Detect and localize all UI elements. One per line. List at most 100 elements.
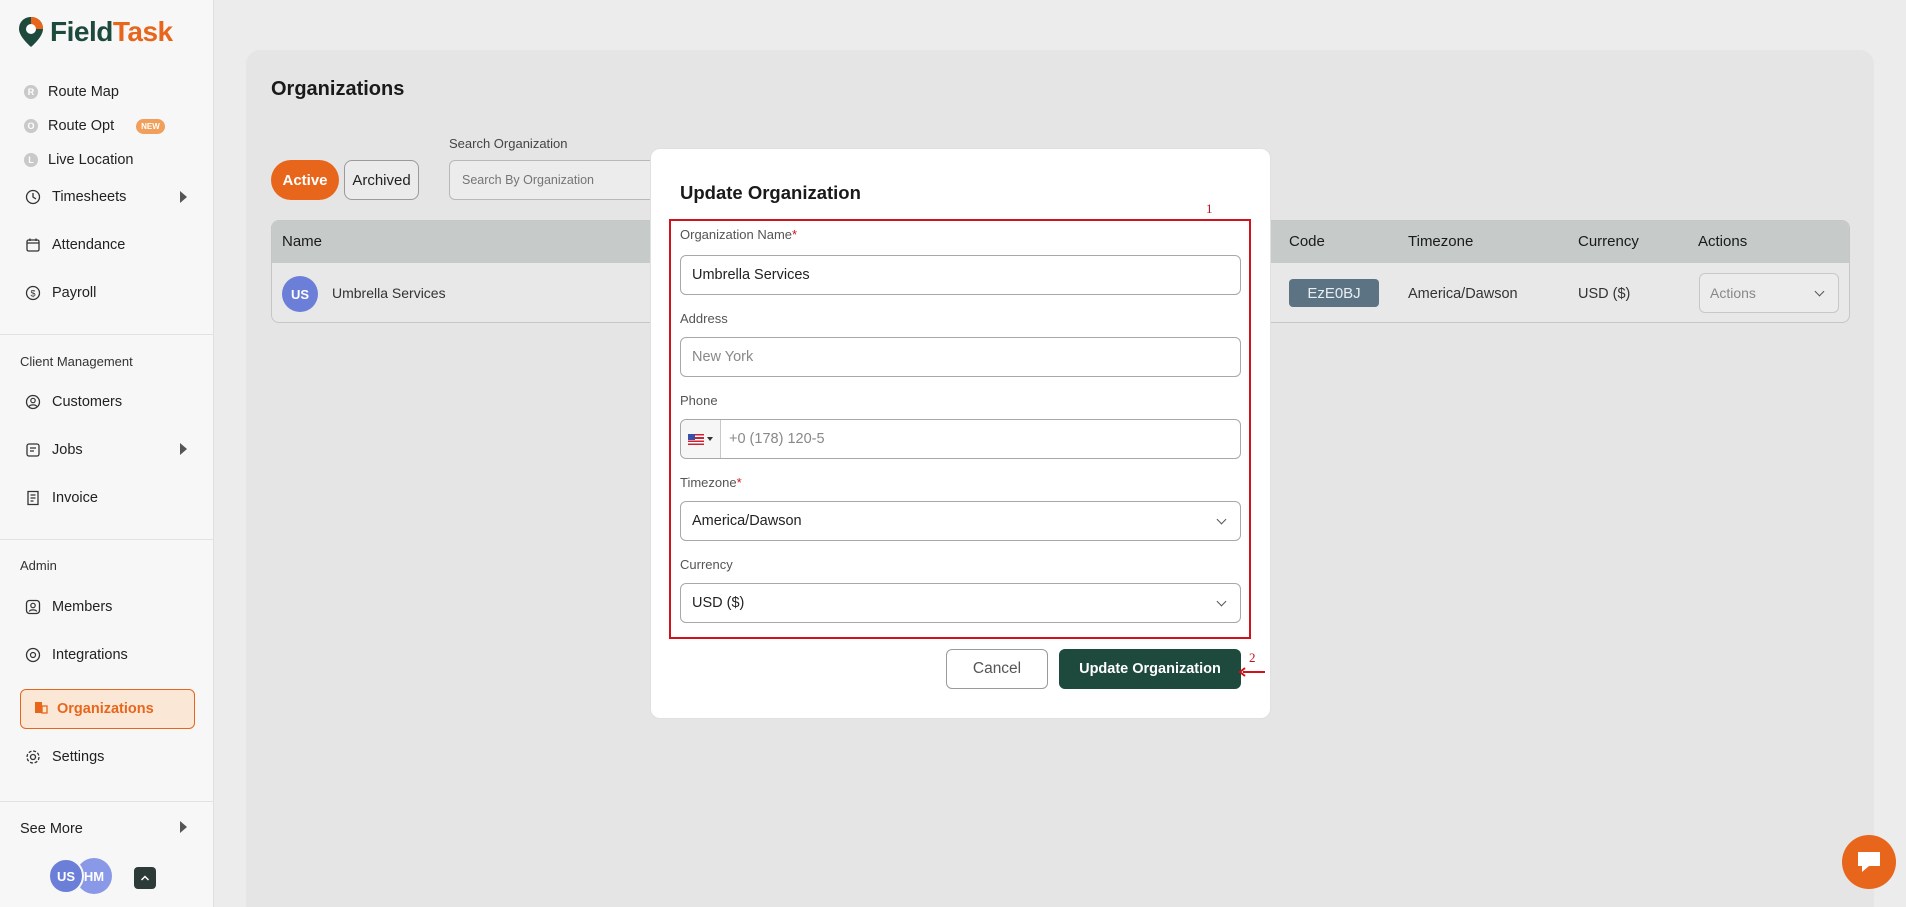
org-name-label-text: Organization Name [680,227,792,242]
phone-field[interactable]: +0 (178) 120-5 [680,419,1241,459]
sidebar-item-route-opt[interactable]: O Route Opt NEW [24,114,165,138]
chevron-down-icon [1814,286,1825,297]
address-label: Address [680,311,728,326]
expand-up-button[interactable] [134,867,156,889]
new-badge: NEW [136,118,165,134]
member-icon [24,598,42,616]
address-placeholder: New York [692,349,754,365]
org-name-label: Organization Name* [680,227,797,242]
column-header-name: Name [282,233,323,250]
org-name-value: Umbrella Services [692,267,810,283]
sidebar-item-label: Customers [52,394,123,410]
sidebar: FieldTask R Route Map O Route Opt NEW L … [0,0,214,907]
invoice-icon [24,489,42,507]
timesheets-expand-icon[interactable] [180,191,187,203]
admin-heading: Admin [20,558,57,573]
chat-button[interactable] [1842,835,1896,889]
column-header-timezone: Timezone [1408,233,1474,250]
timezone-value: America/Dawson [692,513,802,529]
sidebar-item-members[interactable]: Members [24,595,112,619]
tab-archived[interactable]: Archived [344,160,419,200]
sidebar-item-customers[interactable]: Customers [24,390,122,414]
sidebar-item-integrations[interactable]: Integrations [24,643,128,667]
code-badge: EzE0BJ [1289,279,1379,307]
sidebar-item-label: Integrations [52,647,128,663]
update-organization-modal: Update Organization 1 Organization Name*… [650,148,1271,719]
route-opt-icon: O [24,119,38,133]
see-more-link[interactable]: See More [20,821,83,837]
annotation-number-2: 2 [1249,650,1256,665]
jobs-list-icon [24,441,42,459]
phone-label: Phone [680,393,718,408]
timezone-label: Timezone* [680,475,742,490]
sidebar-item-organizations[interactable]: Organizations [20,689,195,729]
sidebar-item-label: Timesheets [52,189,127,205]
us-flag-icon [688,433,704,445]
modal-title: Update Organization [680,182,861,203]
svg-text:$: $ [30,289,35,299]
sidebar-divider [0,801,214,802]
column-header-currency: Currency [1578,233,1639,250]
sidebar-item-attendance[interactable]: Attendance [24,233,125,257]
country-code-select[interactable] [681,420,721,458]
gear-icon [24,748,42,766]
sidebar-divider [0,539,214,540]
organization-icon [33,699,49,719]
sidebar-item-route-map[interactable]: R Route Map [24,80,119,104]
sidebar-item-label: Settings [52,749,105,765]
clock-icon [24,188,42,206]
column-header-actions: Actions [1698,233,1748,250]
route-map-icon: R [24,85,38,99]
sidebar-item-payroll[interactable]: $ Payroll [24,281,96,305]
sidebar-item-label: Route Opt [48,118,115,134]
sidebar-item-label: Route Map [48,84,119,100]
search-input[interactable] [449,160,659,200]
page-title: Organizations [271,78,405,100]
logo-text-field: Field [50,16,113,47]
calendar-icon [24,236,42,254]
sidebar-item-settings[interactable]: Settings [24,745,104,769]
sidebar-item-label: Jobs [52,442,83,458]
integrations-icon [24,646,42,664]
phone-placeholder: +0 (178) 120-5 [729,431,825,447]
timezone-cell: America/Dawson [1408,286,1518,302]
client-management-heading: Client Management [20,354,133,369]
update-organization-button[interactable]: Update Organization [1059,649,1241,689]
sidebar-item-label: Attendance [52,237,126,253]
timezone-label-text: Timezone [680,475,737,490]
fieldtask-logo[interactable]: FieldTask [18,16,173,48]
sidebar-item-live-location[interactable]: L Live Location [24,148,133,172]
currency-value: USD ($) [692,595,745,611]
currency-label: Currency [680,557,733,572]
org-name-field[interactable]: Umbrella Services [680,255,1241,295]
sidebar-item-label: Live Location [48,152,134,168]
currency-cell: USD ($) [1578,286,1631,302]
annotation-number-1: 1 [1206,201,1213,216]
tab-active[interactable]: Active [271,160,339,200]
sidebar-item-label: Members [52,599,113,615]
address-field[interactable]: New York [680,337,1241,377]
see-more-expand-icon[interactable] [180,821,187,833]
avatar[interactable]: US [48,858,84,894]
timezone-select[interactable]: America/Dawson [680,501,1241,541]
dollar-icon: $ [24,284,42,302]
logo-pin-icon [19,17,43,47]
avatar: US [282,276,318,312]
user-circle-icon [24,393,42,411]
live-location-icon: L [24,153,38,167]
sidebar-item-timesheets[interactable]: Timesheets [24,185,126,209]
sidebar-item-label: Payroll [52,285,97,301]
logo-text-task: Task [112,16,173,47]
search-label: Search Organization [449,136,568,151]
sidebar-item-invoice[interactable]: Invoice [24,486,98,510]
actions-dropdown[interactable]: Actions [1699,273,1839,313]
chevron-up-icon [140,875,150,881]
currency-select[interactable]: USD ($) [680,583,1241,623]
cancel-button[interactable]: Cancel [946,649,1048,689]
actions-dropdown-label: Actions [1710,285,1756,301]
jobs-expand-icon[interactable] [180,443,187,455]
sidebar-item-jobs[interactable]: Jobs [24,438,83,462]
chevron-down-icon [1216,596,1227,607]
org-name-cell: Umbrella Services [332,285,446,301]
chat-bubble-icon [1858,852,1880,872]
